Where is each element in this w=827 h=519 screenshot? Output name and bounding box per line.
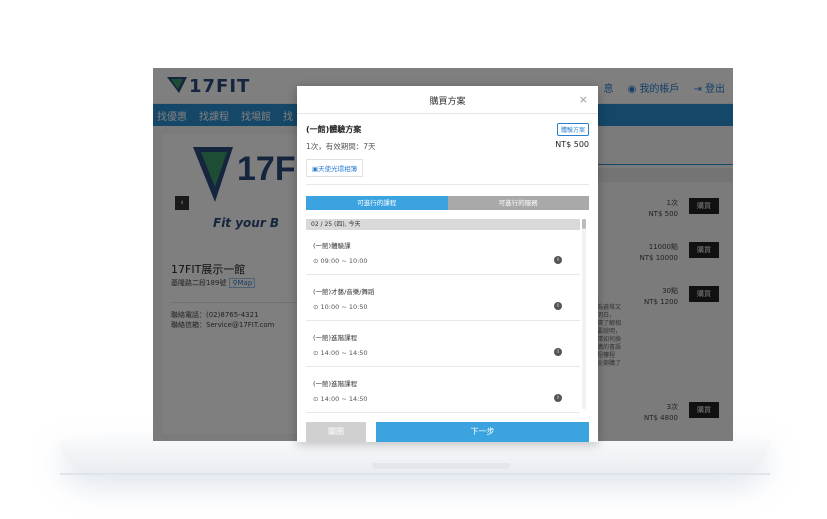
info-icon[interactable]: i	[554, 302, 562, 310]
class-list-item[interactable]: (一館)體驗課 ⊙ 09:00 ~ 10:00 i	[306, 230, 580, 275]
scrollbar-track[interactable]	[582, 219, 586, 409]
class-time-text: 14:00 ~ 14:50	[320, 349, 368, 357]
laptop-base-edge	[60, 473, 770, 475]
next-button[interactable]: 下一步	[376, 422, 589, 442]
class-list-item[interactable]: (一館)才藝/音樂/舞蹈 ⊙ 10:00 ~ 10:50 i	[306, 276, 580, 321]
class-time: ⊙ 14:00 ~ 14:50	[313, 349, 368, 357]
plan-price: NT$ 500	[555, 140, 589, 149]
info-icon[interactable]: i	[554, 348, 562, 356]
plan-name: (一館)體驗方案	[306, 125, 362, 134]
modal-header: 購買方案 ×	[297, 86, 598, 114]
laptop-mockup: 17FIT 息 ◉ 我的帳戶 ⇥ 登出 找優惠 找課程 找場館 找 ‹ 17F	[0, 0, 827, 519]
class-time-text: 10:00 ~ 10:50	[320, 303, 368, 311]
plan-badge: 體驗方案	[556, 123, 589, 136]
info-icon[interactable]: i	[554, 394, 562, 402]
tab-courses[interactable]: 可進行的課程	[306, 196, 448, 210]
info-icon[interactable]: i	[554, 256, 562, 264]
divider	[306, 184, 589, 185]
modal-title: 購買方案	[429, 97, 466, 107]
class-list-item[interactable]: (一館)進階課程 ⊙ 14:00 ~ 14:50 i	[306, 322, 580, 367]
class-name: (一館)進階課程	[313, 380, 358, 388]
class-time-text: 09:00 ~ 10:00	[320, 257, 368, 265]
date-header: 02 / 25 (四), 今天	[306, 219, 580, 230]
close-button[interactable]: 關閉	[306, 422, 366, 442]
tab-services[interactable]: 可進行的服務	[447, 196, 589, 210]
angel-album-label: 天使光環相簿	[318, 165, 358, 173]
modal-tabs: 可進行的課程 可進行的服務	[306, 196, 589, 210]
class-time: ⊙ 14:00 ~ 14:50	[313, 395, 368, 403]
scrollbar-thumb[interactable]	[582, 219, 586, 229]
plan-period: 1次，有效期間：7天	[306, 142, 376, 151]
close-icon[interactable]: ×	[579, 93, 588, 106]
class-time-text: 14:00 ~ 14:50	[320, 395, 368, 403]
laptop-notch	[372, 463, 510, 469]
class-time: ⊙ 09:00 ~ 10:00	[313, 257, 368, 265]
class-list-item[interactable]: (一館)進階課程 ⊙ 14:00 ~ 14:50 i	[306, 368, 580, 413]
angel-album-link[interactable]: ▣天使光環相簿	[306, 159, 364, 177]
class-name: (一館)進階課程	[313, 334, 358, 342]
class-time: ⊙ 10:00 ~ 10:50	[313, 303, 368, 311]
purchase-modal: 購買方案 × (一館)體驗方案 體驗方案 1次，有效期間：7天 NT$ 500 …	[297, 86, 598, 442]
class-name: (一館)才藝/音樂/舞蹈	[313, 288, 375, 296]
class-name: (一館)體驗課	[313, 242, 351, 250]
